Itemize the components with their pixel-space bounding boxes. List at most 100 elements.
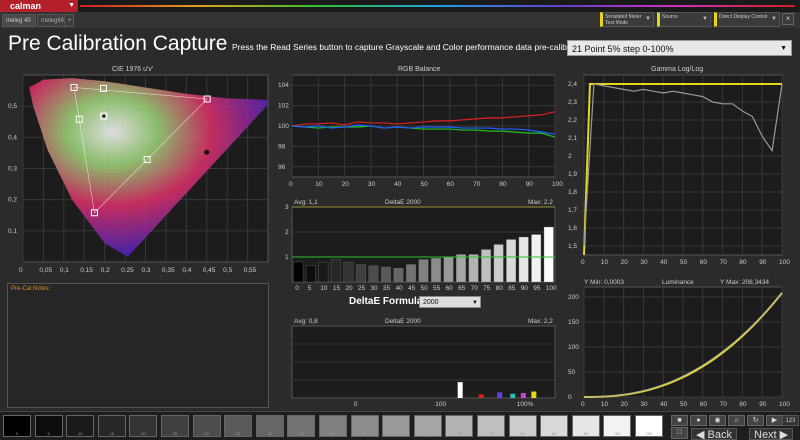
swatch-100[interactable]: 100 — [635, 415, 663, 437]
gde-x-tick: 10 — [320, 285, 328, 292]
gde-bar — [343, 261, 354, 283]
stop-icon[interactable]: ■ — [671, 415, 688, 426]
gde-x-tick: 80 — [496, 285, 504, 292]
cde-x-tick: 0 — [354, 401, 358, 408]
series-select[interactable]: 21 Point 5% step 0-100% ▼ — [567, 40, 792, 56]
cie-x-tick: 0,05 — [39, 267, 52, 274]
next-button[interactable]: Next ▶ — [749, 428, 794, 440]
swatch-45[interactable]: 45 — [287, 415, 316, 437]
gde-x-tick: 55 — [433, 285, 441, 292]
gde-bar — [368, 265, 379, 283]
swatch-20[interactable]: 20 — [129, 415, 158, 437]
gde-bar — [506, 239, 517, 283]
home-icon[interactable]: ⌂ — [728, 415, 745, 426]
swatch-25[interactable]: 25 — [161, 415, 189, 437]
cie-title: CIE 1976 u'v' — [112, 66, 154, 73]
swatch-label: 85 — [551, 431, 557, 436]
gamma-x-tick: 0 — [581, 259, 585, 266]
swatch-80[interactable]: 80 — [508, 415, 537, 437]
stop-square-icon[interactable]: □ — [671, 427, 688, 439]
swatch-15[interactable]: 15 — [97, 415, 126, 437]
lum-x-tick: 30 — [640, 401, 648, 408]
formula-label: DeltaE Formula — [349, 296, 423, 307]
gde-bar — [456, 254, 467, 283]
swatch-label: 75 — [488, 431, 494, 436]
close-icon[interactable]: × — [782, 13, 794, 25]
series-value: 21 Point 5% step 0-100% — [572, 44, 674, 54]
lum-y-tick: 0 — [568, 394, 572, 401]
swatch-30[interactable]: 30 — [192, 415, 221, 437]
rainbow-bar — [80, 5, 795, 7]
cde-avg-label: Avg: 0,8 — [294, 318, 318, 325]
display-dropdown[interactable]: Direct Display Control ▼ — [714, 12, 780, 27]
cie-x-tick: 0,5 — [223, 267, 232, 274]
back-button[interactable]: ◀ Back — [691, 428, 737, 440]
footer-bar: 0 5 10 15 20 25 30 35 40 45 50 55 60 65 70 75 80 85 90 95 10… — [0, 411, 800, 440]
gde-x-tick: 5 — [308, 285, 312, 292]
swatch-50[interactable]: 50 — [319, 415, 347, 437]
swatch-5[interactable]: 5 — [34, 415, 63, 437]
app-logo[interactable]: calman ▼ — [0, 0, 78, 12]
swatch-40[interactable]: 40 — [255, 415, 284, 437]
forward-icon[interactable]: ▶ — [766, 415, 783, 426]
notes-panel[interactable]: Pre-Cal Notes: — [7, 283, 269, 408]
gamma-y-tick: 2,3 — [568, 99, 577, 106]
swatch-60[interactable]: 60 — [382, 415, 411, 437]
rgb-x-tick: 0 — [289, 181, 293, 188]
gde-bar — [493, 244, 504, 283]
lum-y-tick: 150 — [568, 319, 579, 326]
meter-dropdown[interactable]: Simulated Meter Test Mode ▼ — [600, 12, 654, 27]
swatch-label: 80 — [520, 431, 525, 436]
cde-x-tick: 100% — [517, 401, 534, 408]
cie-x-tick: 0,2 — [101, 267, 110, 274]
rgb-x-tick: 10 — [315, 181, 323, 188]
page-title: Pre Calibration Capture — [8, 32, 228, 55]
swatch-95[interactable]: 95 — [603, 415, 632, 437]
gde-x-tick: 0 — [295, 285, 299, 292]
tab-meleg40[interactable]: meleg 40 — [2, 14, 36, 27]
swatch-90[interactable]: 90 — [571, 415, 600, 437]
gde-x-tick: 90 — [521, 285, 529, 292]
gde-x-tick: 75 — [483, 285, 491, 292]
swatch-70[interactable]: 70 — [445, 415, 474, 437]
formula-select[interactable]: 2000 ▼ — [419, 296, 481, 308]
gde-x-tick: 85 — [508, 285, 516, 292]
cde-bar — [510, 393, 516, 398]
gamma-x-tick: 70 — [720, 259, 728, 266]
cie-x-tick: 0,45 — [203, 267, 216, 274]
source-dropdown[interactable]: Source ▼ — [657, 12, 711, 27]
gamma-y-tick: 1,6 — [568, 225, 577, 232]
gde-title: DeltaE 2000 — [385, 199, 421, 206]
swatch-65[interactable]: 65 — [413, 415, 442, 437]
gamma-x-tick: 60 — [700, 259, 708, 266]
loop-icon[interactable]: ↻ — [747, 415, 764, 426]
swatch-label: 60 — [393, 431, 399, 436]
swatch-75[interactable]: 75 — [477, 415, 505, 437]
lum-ymax-label: Y Max: 208,3434 — [720, 279, 769, 286]
swatch-0[interactable]: 0 — [3, 415, 31, 437]
lum-x-tick: 70 — [720, 401, 728, 408]
read-icon[interactable]: ◉ — [709, 415, 726, 426]
swatch-35[interactable]: 35 — [224, 415, 253, 437]
add-tab-button[interactable]: + — [64, 14, 74, 27]
swatch-10[interactable]: 10 — [66, 415, 95, 437]
swatch-55[interactable]: 55 — [350, 415, 379, 437]
cde-x-tick: 100 — [435, 401, 446, 408]
gamma-y-tick: 1,8 — [568, 189, 577, 196]
gamma-y-tick: 2,1 — [568, 135, 577, 142]
record-icon[interactable]: ● — [690, 415, 707, 426]
gde-bar — [468, 254, 479, 283]
swatch-85[interactable]: 85 — [540, 415, 569, 437]
source-name: Source — [662, 14, 678, 20]
cie-x-tick: 0,35 — [162, 267, 175, 274]
lum-y-tick: 200 — [568, 294, 579, 301]
cie-y-tick: 0,1 — [8, 228, 17, 235]
rgb-x-tick: 40 — [394, 181, 402, 188]
gde-bar — [393, 268, 404, 283]
notes-label: Pre-Cal Notes: — [11, 286, 51, 292]
gamma-x-tick: 50 — [680, 259, 688, 266]
grayscale-delta-e-chart: Avg: 1,1 DeltaE 2000 Max: 2,21230 5 10 15 20 25… — [285, 199, 557, 292]
gde-bar — [293, 261, 304, 283]
tab-meleg60[interactable]: meleg60 — [37, 14, 64, 27]
cie-y-tick: 0,4 — [8, 134, 17, 141]
